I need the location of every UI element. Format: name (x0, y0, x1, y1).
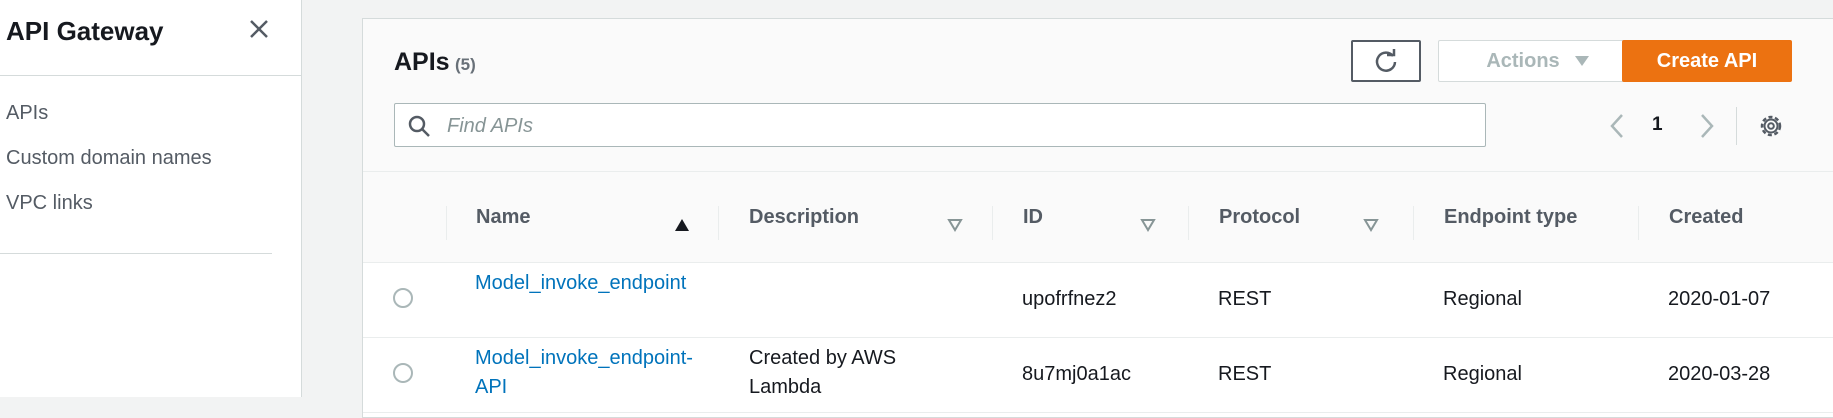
panel-header: APIs (5) Actions Create API 1 (363, 19, 1833, 172)
create-api-button[interactable]: Create API (1622, 40, 1792, 82)
row-select-radio[interactable] (393, 363, 413, 383)
api-description: Created by AWS Lambda (749, 347, 897, 398)
page-number[interactable]: 1 (1652, 114, 1663, 136)
api-protocol: REST (1218, 288, 1272, 310)
api-endpoint-type: Regional (1443, 363, 1522, 385)
page-title: APIs (394, 48, 450, 76)
sort-icon[interactable] (947, 218, 963, 232)
column-divider (1188, 206, 1189, 240)
column-header-name[interactable]: Name (476, 172, 530, 262)
sidebar-item-vpc-links[interactable]: VPC links (6, 192, 93, 215)
sidebar-item-custom-domain-names[interactable]: Custom domain names (6, 147, 212, 170)
search-field[interactable] (394, 103, 1486, 147)
actions-button[interactable]: Actions (1438, 40, 1638, 82)
sort-icon[interactable] (1363, 218, 1379, 232)
api-name-link[interactable]: Model_invoke_endpoint (475, 269, 686, 298)
sidebar: API Gateway APIs Custom domain names VPC… (0, 0, 302, 397)
column-divider (1638, 206, 1639, 240)
table-row[interactable]: Model_invoke_endpoint-API Created by AWS… (363, 338, 1833, 413)
divider (0, 253, 272, 254)
apis-panel: APIs (5) Actions Create API 1 (362, 18, 1833, 418)
api-created-date: 2020-01-07 (1668, 288, 1771, 310)
chevron-left-icon[interactable] (1608, 113, 1626, 139)
api-name-link[interactable]: Model_invoke_endpoint-API (475, 344, 693, 402)
sidebar-title: API Gateway (6, 16, 164, 46)
close-icon[interactable] (244, 14, 274, 44)
column-divider (718, 206, 719, 240)
api-endpoint-type: Regional (1443, 288, 1522, 310)
column-divider (992, 206, 993, 240)
search-input[interactable] (445, 110, 1469, 142)
actions-label: Actions (1486, 49, 1560, 72)
column-header-endpoint-type[interactable]: Endpoint type (1444, 172, 1577, 262)
api-id: upofrfnez2 (1022, 288, 1117, 310)
caret-down-icon (1574, 56, 1589, 66)
table-header: Name Description ID Protocol Endpoint ty… (363, 172, 1833, 263)
column-header-protocol[interactable]: Protocol (1219, 172, 1300, 262)
apis-count: (5) (455, 55, 476, 74)
table-row[interactable]: Model_invoke_endpoint upofrfnez2 REST Re… (363, 263, 1833, 338)
refresh-icon (1375, 49, 1397, 72)
api-protocol: REST (1218, 363, 1272, 385)
chevron-right-icon[interactable] (1698, 113, 1716, 139)
column-divider (1413, 206, 1414, 240)
gear-icon[interactable] (1758, 113, 1784, 139)
sort-icon[interactable] (1140, 218, 1156, 232)
refresh-button[interactable] (1351, 40, 1421, 82)
row-select-radio[interactable] (393, 288, 413, 308)
api-created-date: 2020-03-28 (1668, 363, 1771, 385)
api-id: 8u7mj0a1ac (1022, 363, 1131, 385)
column-header-id[interactable]: ID (1023, 172, 1043, 262)
divider (0, 75, 302, 76)
column-header-description[interactable]: Description (749, 172, 859, 262)
column-header-created[interactable]: Created (1669, 172, 1743, 262)
search-icon (408, 115, 430, 137)
sidebar-item-apis[interactable]: APIs (6, 102, 48, 125)
divider (1736, 107, 1737, 145)
sort-ascending-icon[interactable] (674, 218, 690, 232)
column-divider (446, 206, 447, 240)
